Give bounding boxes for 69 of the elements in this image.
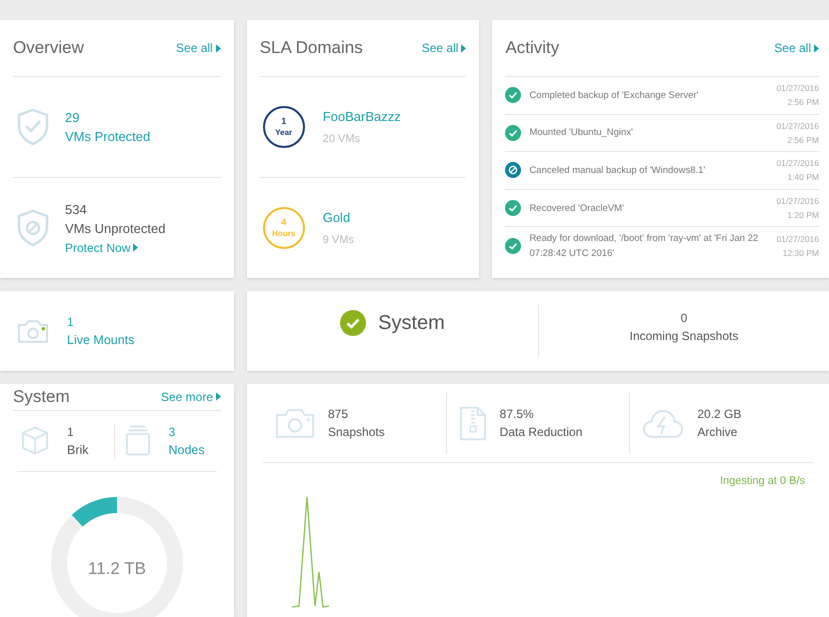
- stat-label: Snapshots: [328, 424, 385, 441]
- activity-date: 01/27/2016: [776, 120, 819, 133]
- card-title: Overview: [13, 37, 84, 60]
- activity-text: Recovered 'OracleVM': [529, 202, 625, 216]
- system-label[interactable]: Nodes: [168, 440, 205, 458]
- card-title: System: [13, 386, 70, 408]
- check-circle-icon: [505, 200, 522, 216]
- sla-name[interactable]: Gold: [322, 208, 354, 228]
- activity-time: 2:56 PM: [787, 134, 819, 147]
- check-circle-icon: [505, 238, 522, 254]
- system-status-label: System: [378, 311, 445, 336]
- sla-badge: 1 Year: [262, 106, 305, 148]
- activity-date: 01/27/2016: [776, 233, 819, 246]
- sla-name[interactable]: FooBarBazzz: [322, 107, 401, 126]
- sla-badge: 4 Hours: [262, 207, 305, 249]
- system-label: Brik: [67, 442, 89, 458]
- system-count: 1: [67, 424, 75, 440]
- caret-icon: [216, 44, 221, 52]
- stat-label: Archive: [697, 424, 738, 441]
- activity-time: 1:40 PM: [787, 171, 819, 184]
- activity-date: 01/27/2016: [776, 195, 819, 208]
- vm-count: 29: [65, 109, 80, 127]
- see-all-link[interactable]: See more: [160, 388, 221, 406]
- vm-count: 9 VMs: [322, 232, 354, 248]
- check-circle-icon: [505, 87, 522, 104]
- stat-value: 87.5%: [500, 406, 535, 423]
- card-title: Activity: [505, 37, 560, 60]
- activity-text: Canceled manual backup of 'Windows8.1': [529, 164, 706, 178]
- caret-icon: [461, 44, 466, 52]
- activity-date: 01/27/2016: [776, 82, 819, 96]
- camera-icon: [275, 408, 315, 438]
- zip-file-icon: [458, 404, 487, 442]
- incoming-count: 0: [680, 310, 688, 327]
- live-mounts-count: 1: [67, 314, 75, 331]
- activity-time: 12:30 PM: [782, 247, 819, 260]
- stat-value: 20.2 GB: [697, 406, 742, 423]
- see-all-link[interactable]: See all: [422, 39, 466, 57]
- caret-icon: [216, 392, 221, 402]
- stat-label: Data Reduction: [500, 424, 582, 441]
- storage-label: 11.2 TB: [87, 558, 147, 580]
- block-circle-icon: [505, 162, 522, 178]
- vm-count: 20 VMs: [322, 132, 362, 146]
- incoming-label: Incoming Snapshots: [630, 328, 738, 345]
- protect-now-link[interactable]: Protect Now: [65, 238, 166, 256]
- stack-icon: [124, 424, 150, 457]
- activity-time: 1:20 PM: [787, 209, 819, 222]
- vm-count: 534: [65, 200, 88, 218]
- see-all-link[interactable]: See all: [774, 39, 819, 57]
- shield-check-icon: [17, 108, 49, 146]
- activity-text: Completed backup of 'Exchange Server': [529, 88, 700, 103]
- vm-label: VMs Protected: [65, 128, 150, 146]
- shield-block-icon: [17, 209, 49, 247]
- camera-icon: [17, 318, 49, 344]
- see-all-link[interactable]: See all: [176, 39, 221, 57]
- card-title: SLA Domains: [260, 37, 363, 60]
- cloud-bolt-icon: [642, 408, 684, 438]
- activity-text: Ready for download, '/boot' from 'ray-vm' at 'Fri Jan 22 07:28:42 UTC 2016': [529, 232, 760, 262]
- stat-value: 875: [328, 406, 350, 423]
- caret-icon: [814, 44, 819, 52]
- cube-icon: [21, 425, 49, 456]
- activity-time: 2:56 PM: [787, 96, 819, 110]
- caret-icon: [133, 243, 138, 252]
- ingest-rate: Ingesting at 0 B/s: [720, 474, 805, 489]
- activity-date: 01/27/2016: [776, 157, 819, 170]
- check-circle-icon: [505, 124, 522, 141]
- system-count[interactable]: 3: [168, 422, 205, 440]
- live-mounts-label: Live Mounts: [67, 332, 134, 349]
- vm-label: VMs Unprotected: [65, 220, 166, 238]
- activity-text: Mounted 'Ubuntu_Nginx': [529, 126, 634, 140]
